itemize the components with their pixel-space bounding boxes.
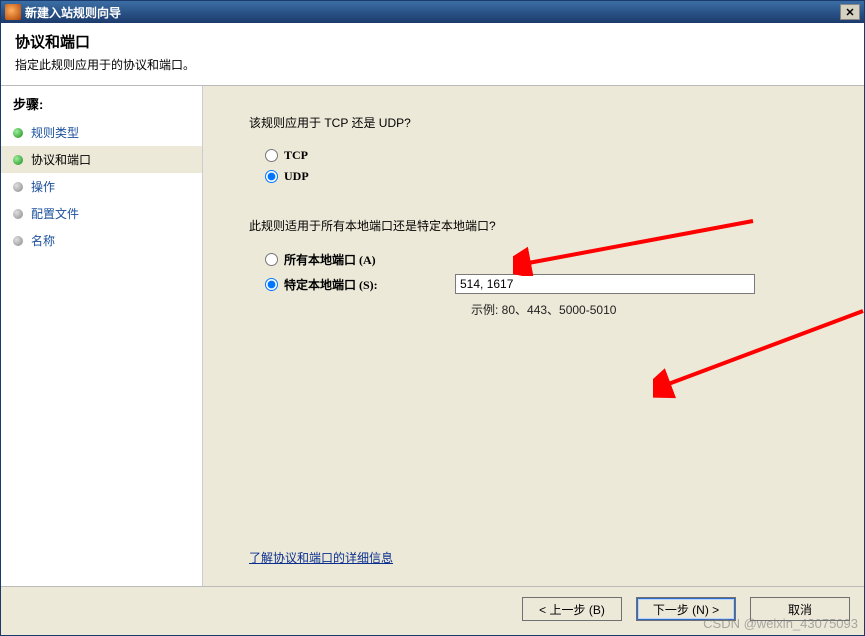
protocol-options: TCP UDP <box>265 145 844 187</box>
bullet-icon <box>13 182 23 192</box>
main-panel: 该规则应用于 TCP 还是 UDP? TCP UDP 此规则适用于所有本地端口还… <box>203 86 864 586</box>
next-button[interactable]: 下一步 (N) > <box>636 597 736 621</box>
step-rule-type[interactable]: 规则类型 <box>1 119 202 146</box>
step-label: 操作 <box>31 178 55 195</box>
option-all-ports[interactable]: 所有本地端口 (A) <box>265 248 844 271</box>
radio-specific-ports[interactable] <box>265 278 278 291</box>
step-name[interactable]: 名称 <box>1 227 202 254</box>
label-all-ports: 所有本地端口 (A) <box>284 251 376 268</box>
option-specific-ports[interactable]: 特定本地端口 (S): <box>265 271 844 297</box>
radio-tcp[interactable] <box>265 149 278 162</box>
learn-more: 了解协议和端口的详细信息 <box>249 549 844 566</box>
label-tcp: TCP <box>284 148 308 163</box>
step-action[interactable]: 操作 <box>1 173 202 200</box>
radio-udp[interactable] <box>265 170 278 183</box>
radio-all-ports[interactable] <box>265 253 278 266</box>
wizard-body: 步骤: 规则类型 协议和端口 操作 配置文件 名称 <box>1 86 864 586</box>
page-header: 协议和端口 指定此规则应用于的协议和端口。 <box>1 23 864 86</box>
titlebar: 新建入站规则向导 ✕ <box>1 1 864 23</box>
page-subtitle: 指定此规则应用于的协议和端口。 <box>15 56 850 73</box>
wizard-window: 新建入站规则向导 ✕ 协议和端口 指定此规则应用于的协议和端口。 步骤: 规则类… <box>0 0 865 636</box>
question-ports: 此规则适用于所有本地端口还是特定本地端口? <box>249 217 844 234</box>
label-specific-ports: 特定本地端口 (S): <box>284 276 378 293</box>
firewall-icon <box>5 4 21 20</box>
steps-heading: 步骤: <box>1 94 202 119</box>
close-icon: ✕ <box>845 6 854 19</box>
bullet-icon <box>13 209 23 219</box>
option-tcp[interactable]: TCP <box>265 145 844 166</box>
step-profile[interactable]: 配置文件 <box>1 200 202 227</box>
ports-example: 示例: 80、443、5000-5010 <box>471 301 844 318</box>
bullet-icon <box>13 128 23 138</box>
wizard-footer: < 上一步 (B) 下一步 (N) > 取消 <box>1 586 864 635</box>
close-button[interactable]: ✕ <box>840 4 860 20</box>
cancel-button[interactable]: 取消 <box>750 597 850 621</box>
step-label: 名称 <box>31 232 55 249</box>
step-label: 协议和端口 <box>31 151 91 168</box>
step-protocol-ports[interactable]: 协议和端口 <box>1 146 202 173</box>
page-title: 协议和端口 <box>15 31 850 52</box>
learn-more-link[interactable]: 了解协议和端口的详细信息 <box>249 551 393 565</box>
specific-ports-input[interactable] <box>455 274 755 294</box>
back-button[interactable]: < 上一步 (B) <box>522 597 622 621</box>
bullet-icon <box>13 236 23 246</box>
steps-sidebar: 步骤: 规则类型 协议和端口 操作 配置文件 名称 <box>1 86 203 586</box>
label-udp: UDP <box>284 169 309 184</box>
port-options: 所有本地端口 (A) 特定本地端口 (S): 示例: 80、443、5000-5… <box>265 248 844 318</box>
annotation-arrow-icon <box>653 306 865 406</box>
step-label: 规则类型 <box>31 124 79 141</box>
question-protocol: 该规则应用于 TCP 还是 UDP? <box>249 114 844 131</box>
bullet-icon <box>13 155 23 165</box>
option-udp[interactable]: UDP <box>265 166 844 187</box>
step-label: 配置文件 <box>31 205 79 222</box>
window-title: 新建入站规则向导 <box>25 4 840 21</box>
